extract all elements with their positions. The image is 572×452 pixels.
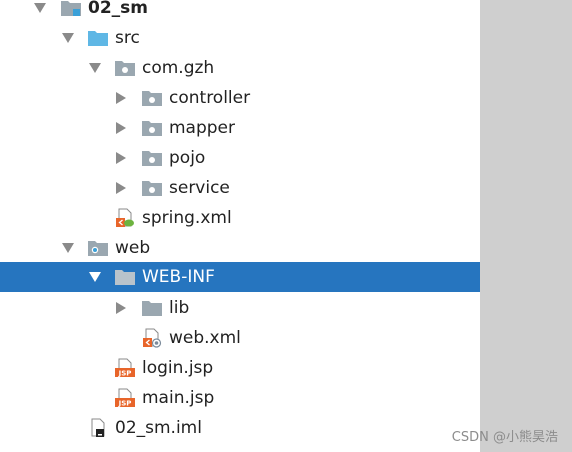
tree-item-controller[interactable]: controller bbox=[0, 83, 480, 113]
collapse-arrow-icon[interactable] bbox=[116, 182, 126, 194]
folder-icon bbox=[114, 267, 136, 287]
tree-item-label: pojo bbox=[169, 148, 206, 168]
package-icon bbox=[141, 88, 163, 108]
tree-item-login-jsp[interactable]: JSP login.jsp bbox=[0, 353, 480, 383]
tree-item-main-jsp[interactable]: JSP main.jsp bbox=[0, 383, 480, 413]
tree-item-02-sm[interactable]: 02_sm bbox=[0, 0, 480, 23]
tree-item-label: WEB-INF bbox=[142, 267, 215, 287]
iml-file-icon bbox=[87, 418, 109, 438]
tree-item-label: 02_sm.iml bbox=[115, 418, 202, 438]
spring-xml-file-icon bbox=[114, 208, 136, 228]
tree-item-mapper[interactable]: mapper bbox=[0, 113, 480, 143]
package-icon bbox=[141, 178, 163, 198]
watermark-text: CSDN @小熊昊浩 bbox=[451, 430, 558, 445]
tree-item-label: web.xml bbox=[169, 328, 241, 348]
expand-arrow-icon[interactable] bbox=[34, 3, 46, 13]
web-folder-icon bbox=[87, 238, 109, 258]
tree-item-02-sm-iml[interactable]: 02_sm.iml bbox=[0, 413, 480, 443]
tree-item-label: service bbox=[169, 178, 230, 198]
tree-item-com-gzh[interactable]: com.gzh bbox=[0, 53, 480, 83]
package-icon bbox=[114, 58, 136, 78]
collapse-arrow-icon[interactable] bbox=[116, 122, 126, 134]
tree-item-label: com.gzh bbox=[142, 58, 215, 78]
tree-item-service[interactable]: service bbox=[0, 173, 480, 203]
project-tree-panel: 02_sm src com.gzh controller mapper pojo… bbox=[0, 0, 572, 452]
package-icon bbox=[141, 118, 163, 138]
tree-item-pojo[interactable]: pojo bbox=[0, 143, 480, 173]
expand-arrow-icon[interactable] bbox=[89, 272, 101, 282]
source-folder-icon bbox=[87, 28, 109, 48]
expand-arrow-icon[interactable] bbox=[89, 63, 101, 73]
next-row-peek bbox=[34, 446, 44, 452]
collapse-arrow-icon[interactable] bbox=[116, 152, 126, 164]
tree-item-label: controller bbox=[169, 88, 251, 108]
tree-item-spring-xml[interactable]: spring.xml bbox=[0, 203, 480, 233]
module-folder-icon bbox=[60, 0, 82, 18]
collapse-arrow-icon[interactable] bbox=[116, 302, 126, 314]
jsp-file-icon: JSP bbox=[114, 358, 136, 378]
tree-item-src[interactable]: src bbox=[0, 23, 480, 53]
tree-item-label: login.jsp bbox=[142, 358, 214, 378]
tree-item-web[interactable]: web bbox=[0, 233, 480, 263]
expand-arrow-icon[interactable] bbox=[62, 243, 74, 253]
web-xml-file-icon bbox=[141, 328, 163, 348]
tree-item-label: src bbox=[115, 28, 140, 48]
expand-arrow-icon[interactable] bbox=[62, 33, 74, 43]
tree-item-lib[interactable]: lib bbox=[0, 293, 480, 323]
svg-text:JSP: JSP bbox=[118, 370, 132, 378]
svg-text:JSP: JSP bbox=[118, 400, 132, 408]
jsp-file-icon: JSP bbox=[114, 388, 136, 408]
tree-item-web-inf[interactable]: WEB-INF bbox=[0, 262, 480, 292]
tree-item-label: 02_sm bbox=[88, 0, 148, 18]
scrollbar-gutter[interactable] bbox=[480, 0, 572, 452]
next-row-icon-peek bbox=[60, 446, 76, 452]
tree-item-web-xml[interactable]: web.xml bbox=[0, 323, 480, 353]
folder-icon bbox=[141, 298, 163, 318]
tree-item-label: web bbox=[115, 238, 151, 258]
collapse-arrow-icon[interactable] bbox=[116, 92, 126, 104]
tree-item-label: main.jsp bbox=[142, 388, 215, 408]
tree-item-label: mapper bbox=[169, 118, 236, 138]
tree-item-label: spring.xml bbox=[142, 208, 232, 228]
tree-item-label: lib bbox=[169, 298, 190, 318]
package-icon bbox=[141, 148, 163, 168]
